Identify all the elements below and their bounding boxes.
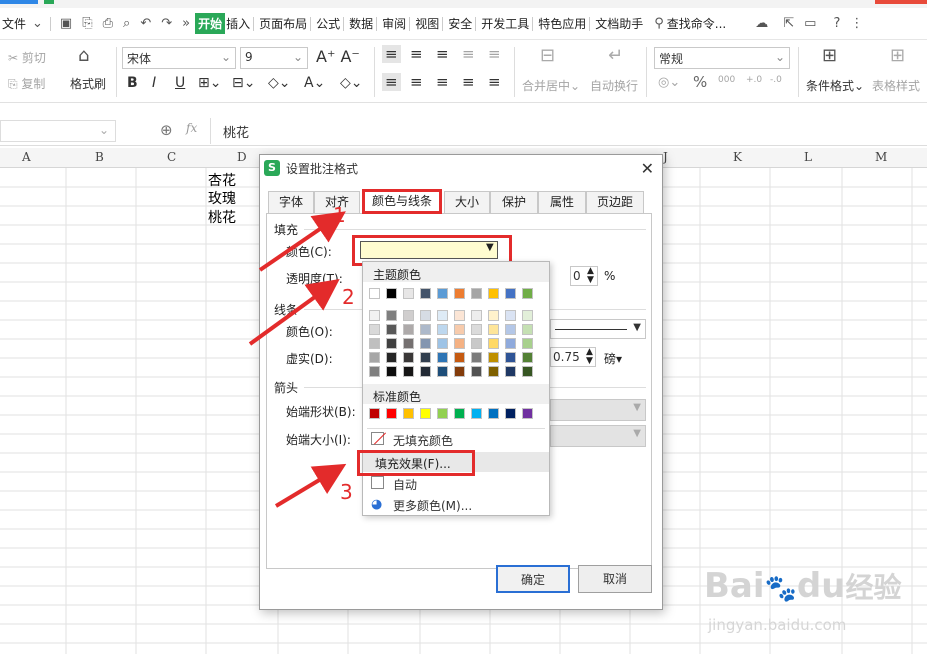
annotation-arrows (248, 211, 347, 508)
arrow-1 (258, 211, 346, 272)
arrow-3 (274, 463, 347, 508)
annotation-number-1: 1 (333, 203, 346, 227)
annotation-number-2: 2 (342, 285, 355, 309)
annotation-number-3: 3 (340, 480, 353, 504)
arrow-2 (248, 278, 340, 346)
